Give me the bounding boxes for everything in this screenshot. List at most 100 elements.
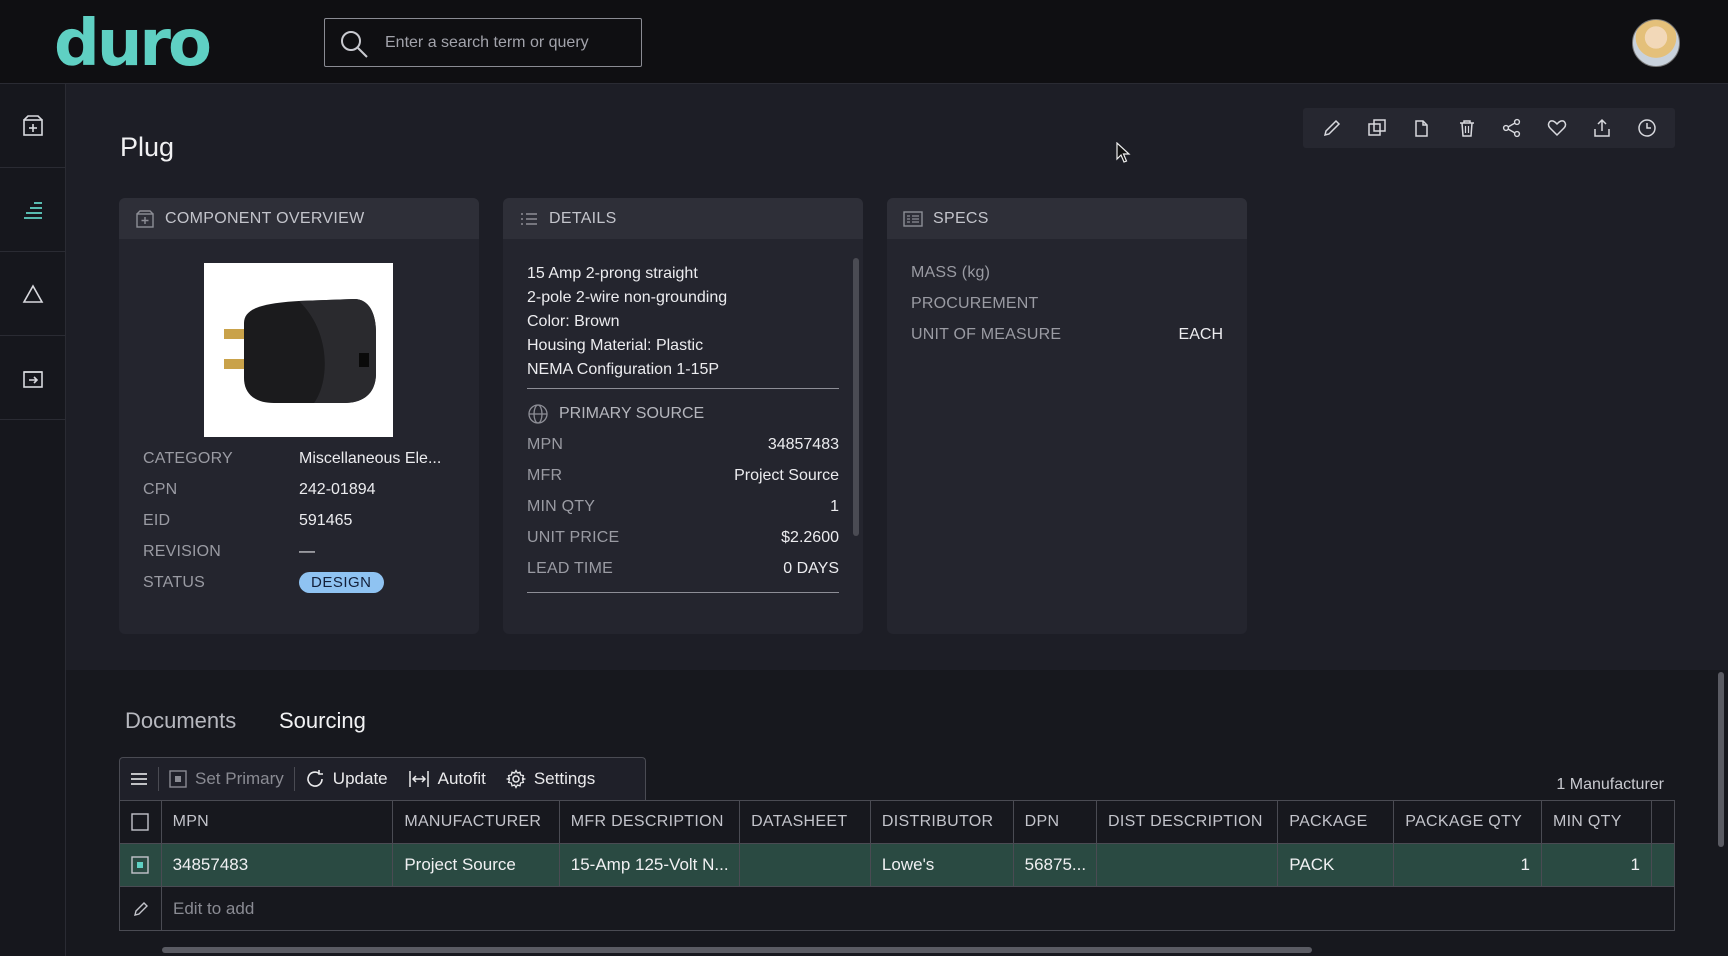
pencil-icon: [1323, 119, 1340, 137]
component-box-icon: [136, 209, 154, 228]
cell-distributor[interactable]: Lowe's: [871, 844, 1014, 886]
set-primary-label: Set Primary: [195, 769, 284, 788]
duro-logo[interactable]: duro: [54, 12, 212, 76]
set-primary-button[interactable]: Set Primary: [159, 758, 294, 800]
column-header[interactable]: PACKAGE: [1278, 801, 1395, 843]
eid-value: 591465: [299, 512, 353, 529]
row-checkbox[interactable]: [120, 844, 162, 886]
cell-package-qty[interactable]: 1: [1394, 844, 1542, 886]
copy-button[interactable]: [1404, 112, 1440, 144]
table-row[interactable]: 34857483 Project Source 15-Amp 125-Volt …: [120, 844, 1674, 887]
search-box[interactable]: Enter a search term or query: [324, 18, 642, 67]
user-avatar[interactable]: [1632, 19, 1680, 67]
description-line: NEMA Configuration 1-15P: [527, 361, 720, 378]
clock-icon: [1637, 119, 1656, 137]
column-header[interactable]: MANUFACTURER: [393, 801, 560, 843]
field-label: LEAD TIME: [527, 560, 613, 577]
settings-button[interactable]: Settings: [496, 758, 605, 800]
select-all-checkbox[interactable]: [120, 801, 162, 843]
details-scrollbar[interactable]: [853, 258, 859, 536]
card-title: SPECS: [933, 209, 989, 227]
column-header[interactable]: DISTRIBUTOR: [871, 801, 1014, 843]
tab-sourcing[interactable]: Sourcing: [279, 708, 366, 734]
column-header[interactable]: MPN: [162, 801, 394, 843]
duplicate-button[interactable]: [1359, 112, 1395, 144]
refresh-icon: [307, 770, 323, 787]
set-primary-icon: [169, 770, 187, 788]
cell-mfr-description[interactable]: 15-Amp 125-Volt N...: [560, 844, 741, 886]
column-header[interactable]: MFR DESCRIPTION: [560, 801, 741, 843]
top-bar: duro Enter a search term or query: [0, 0, 1728, 84]
vertical-scrollbar[interactable]: [1718, 672, 1724, 847]
edit-row-button[interactable]: [120, 887, 162, 930]
card-title: DETAILS: [549, 209, 617, 227]
column-header[interactable]: DIST DESCRIPTION: [1097, 801, 1279, 843]
horizontal-scrollbar[interactable]: [162, 947, 1312, 953]
autofit-button[interactable]: Autofit: [398, 758, 496, 800]
lead-time-value: 0 DAYS: [783, 560, 839, 577]
column-header[interactable]: DPN: [1014, 801, 1097, 843]
manufacturer-count: 1 Manufacturer: [1556, 776, 1664, 793]
cell-dist-description[interactable]: [1097, 844, 1279, 886]
divider: [527, 388, 839, 389]
field-label: CATEGORY: [143, 450, 233, 467]
edit-to-add-placeholder[interactable]: Edit to add: [162, 887, 1674, 930]
settings-label: Settings: [533, 769, 596, 788]
globe-icon: [528, 404, 548, 424]
cell-dpn[interactable]: 56875...: [1014, 844, 1097, 886]
export-button[interactable]: [1584, 112, 1620, 144]
grid-menu-button[interactable]: [120, 758, 158, 800]
search-icon: [339, 29, 369, 59]
delete-button[interactable]: [1449, 112, 1485, 144]
upload-icon: [1593, 118, 1610, 137]
gear-icon: [505, 769, 526, 789]
checkbox-icon: [131, 813, 149, 831]
column-header[interactable]: DATASHEET: [740, 801, 871, 843]
trash-icon: [1459, 120, 1474, 137]
triangle-icon: [22, 283, 43, 303]
cell-datasheet[interactable]: [740, 844, 871, 886]
component-overview-card: COMPONENT OVERVIEW CATEGORY Miscellaneous…: [119, 198, 479, 634]
unit-price-value: $2.2600: [781, 529, 839, 546]
update-button[interactable]: Update: [295, 758, 398, 800]
cell-manufacturer[interactable]: Project Source: [393, 844, 560, 886]
mpn-value: 34857483: [767, 436, 839, 453]
nav-search-list[interactable]: [0, 168, 65, 252]
add-row[interactable]: Edit to add: [120, 887, 1674, 930]
unit-of-measure-value: EACH: [1178, 326, 1223, 343]
favorite-button[interactable]: [1539, 112, 1575, 144]
primary-indicator-icon: [131, 856, 149, 874]
description-line: Color: Brown: [527, 313, 620, 330]
edit-button[interactable]: [1314, 112, 1350, 144]
field-label: EID: [143, 512, 171, 529]
specs-card: SPECS MASS (kg) PROCUREMENT UNIT OF MEAS…: [887, 198, 1247, 634]
description-line: 15 Amp 2-prong straight: [527, 265, 698, 282]
cell-package[interactable]: PACK: [1278, 844, 1395, 886]
cell-mpn[interactable]: 34857483: [162, 844, 394, 886]
nav-changes[interactable]: [0, 252, 65, 336]
nav-new-component[interactable]: [0, 84, 65, 168]
primary-source-title: PRIMARY SOURCE: [559, 405, 705, 422]
column-header[interactable]: MIN QTY: [1542, 801, 1652, 843]
list-icon: [521, 212, 537, 225]
field-label: CPN: [143, 481, 178, 498]
search-input[interactable]: Enter a search term or query: [385, 34, 589, 52]
grid-toolbar: Set Primary Update Autofit Settings: [119, 757, 646, 800]
cell-min-qty[interactable]: 1: [1542, 844, 1652, 886]
description-line: Housing Material: Plastic: [527, 337, 704, 354]
category-value: Miscellaneous Ele...: [299, 450, 442, 467]
field-label: MIN QTY: [527, 498, 596, 515]
page-title: Plug: [120, 132, 175, 162]
component-image[interactable]: [204, 263, 393, 437]
list-search-icon: [23, 201, 42, 219]
min-qty-value: 1: [830, 498, 839, 515]
update-label: Update: [332, 769, 388, 788]
where-used-button[interactable]: [1494, 112, 1530, 144]
duplicate-icon: [1367, 119, 1386, 136]
tab-documents[interactable]: Documents: [125, 708, 236, 734]
nav-import[interactable]: [0, 336, 65, 420]
history-button[interactable]: [1629, 112, 1665, 144]
column-header[interactable]: PACKAGE QTY: [1394, 801, 1542, 843]
divider: [527, 592, 839, 593]
sourcing-grid: MPN MANUFACTURER MFR DESCRIPTION DATASHE…: [119, 800, 1675, 931]
